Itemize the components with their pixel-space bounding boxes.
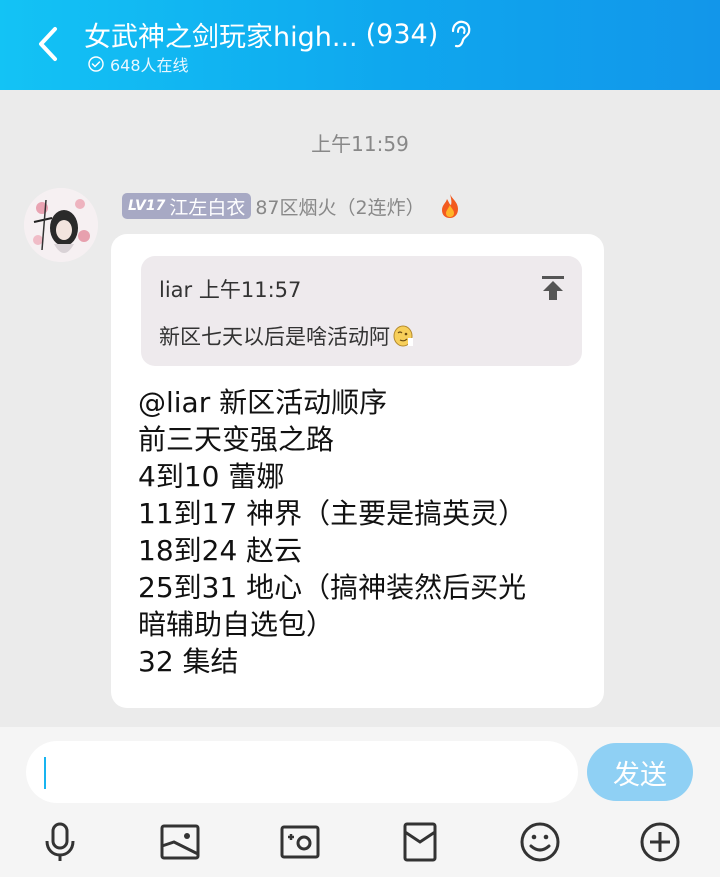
avatar[interactable]	[24, 188, 98, 262]
online-status: 648人在线	[88, 53, 189, 75]
check-circle-icon	[88, 56, 104, 72]
sender-group-name: 87区烟火（2连炸）	[255, 196, 425, 219]
back-arrow-icon	[39, 27, 57, 61]
sender-nick: 江左白衣	[169, 196, 246, 219]
group-name: 女武神之剑玩家high...	[84, 21, 358, 53]
message-line: 32 集结	[138, 645, 239, 678]
message-input[interactable]	[26, 741, 578, 803]
image-button[interactable]	[155, 817, 205, 867]
emoji-icon	[520, 822, 560, 862]
emoji-face-icon	[393, 325, 413, 347]
input-area: 发送	[0, 727, 720, 877]
camera-icon	[280, 825, 320, 859]
send-button[interactable]: 发送	[587, 743, 693, 801]
plus-icon	[640, 822, 680, 862]
member-title-badge: LV17 江左白衣	[122, 193, 252, 219]
emoji-button[interactable]	[515, 817, 565, 867]
quoted-message[interactable]: liar 上午11:57 新区七天以后是啥活动阿	[141, 256, 582, 366]
message-line: @liar 新区活动顺序	[138, 386, 388, 419]
red-packet-icon	[403, 822, 437, 862]
member-count: (934)	[365, 18, 439, 50]
quote-text-row: 新区七天以后是啥活动阿	[159, 321, 414, 351]
message-line: 暗辅助自选包）	[138, 608, 335, 641]
more-button[interactable]	[635, 817, 685, 867]
quote-text: 新区七天以后是啥活动阿	[159, 325, 390, 349]
image-icon	[160, 824, 200, 860]
time-separator: 上午11:59	[311, 132, 409, 156]
quote-author-time: liar 上午11:57	[159, 278, 302, 302]
message-line: 4到10 蕾娜	[138, 460, 285, 493]
camera-button[interactable]	[275, 817, 325, 867]
online-count: 648人在线	[110, 56, 189, 75]
fire-icon	[441, 194, 458, 218]
voice-button[interactable]	[35, 817, 85, 867]
scroll-to-quote-icon[interactable]	[540, 274, 566, 302]
chat-header: 女武神之剑玩家high... (934) 648人在线	[0, 0, 720, 90]
text-caret	[44, 757, 46, 789]
message-text: @liar 新区活动顺序 前三天变强之路 4到10 蕾娜 11到17 神界（主要…	[138, 384, 526, 680]
message-line: 25到31 地心（搞神装然后买光	[138, 571, 527, 604]
microphone-icon	[45, 822, 75, 861]
input-toolbar	[0, 817, 720, 867]
message-bubble[interactable]: liar 上午11:57 新区七天以后是啥活动阿 @liar 新区活动顺序 前三…	[111, 234, 604, 708]
message-line: 11到17 神界（主要是搞英灵）	[138, 497, 527, 530]
level-badge: LV17	[128, 198, 166, 214]
group-title[interactable]: 女武神之剑玩家high... (934)	[84, 14, 472, 54]
avatar-image	[24, 188, 98, 262]
sender-info[interactable]: LV17 江左白衣 87区烟火（2连炸）	[122, 192, 461, 220]
message-line: 18到24 赵云	[138, 534, 303, 567]
red-packet-button[interactable]	[395, 817, 445, 867]
ear-icon[interactable]	[446, 19, 472, 49]
back-button[interactable]	[28, 20, 68, 68]
message-line: 前三天变强之路	[138, 423, 335, 456]
